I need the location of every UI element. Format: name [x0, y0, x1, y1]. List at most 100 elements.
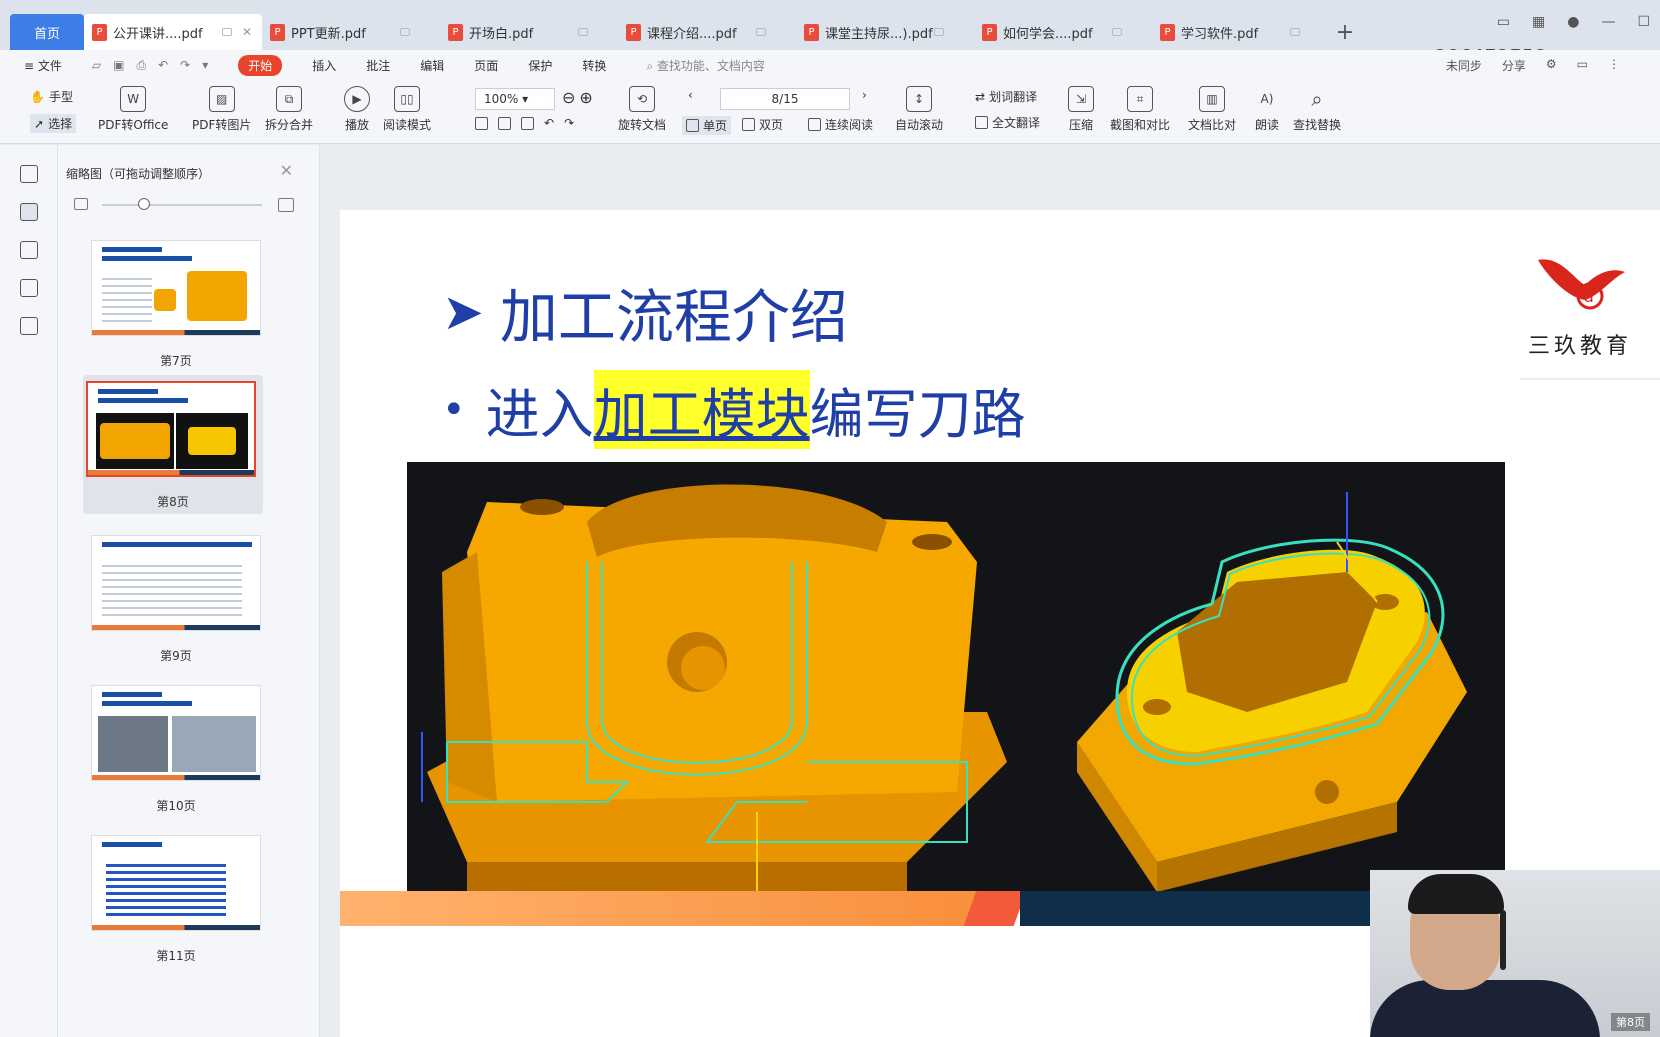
- cad-image-left: [407, 462, 1052, 908]
- layout-icon[interactable]: ▭: [1497, 14, 1510, 30]
- menu-file[interactable]: ≡ 文件: [24, 57, 62, 74]
- tab-home[interactable]: 首页: [10, 14, 84, 50]
- settings-icon[interactable]: ⚙: [1546, 57, 1557, 74]
- tab-document[interactable]: P 开场白.pdf: [440, 14, 618, 50]
- prev-page-button[interactable]: ‹: [688, 88, 693, 102]
- grid-icon[interactable]: ▦: [1532, 14, 1545, 30]
- thumbnail-page[interactable]: 第9页: [88, 535, 264, 664]
- double-page-button[interactable]: 双页: [742, 116, 783, 133]
- menu-annotate[interactable]: 批注: [366, 57, 390, 74]
- minimize-icon[interactable]: —: [1601, 14, 1615, 30]
- menu-insert[interactable]: 插入: [312, 57, 336, 74]
- thumbnail-label: 第10页: [156, 799, 196, 813]
- read-mode-label: 阅读模式: [383, 118, 432, 132]
- undo-icon[interactable]: ↶: [158, 58, 168, 73]
- menu-edit[interactable]: 编辑: [420, 57, 444, 74]
- read-aloud-button[interactable]: A) 朗读: [1254, 86, 1280, 133]
- slider-handle[interactable]: [138, 198, 150, 210]
- search-icon: ⌕: [646, 58, 657, 73]
- logo: a 三玖教育: [1520, 250, 1640, 360]
- open-icon[interactable]: ▱: [92, 58, 101, 73]
- thumbnail-page[interactable]: 第7页: [88, 240, 264, 369]
- thumbnail-size-slider[interactable]: [74, 195, 298, 215]
- auto-scroll-button[interactable]: ↕ 自动滚动: [895, 86, 943, 133]
- hand-tool-button[interactable]: ✋ 手型: [30, 88, 73, 105]
- play-button[interactable]: ▶ 播放: [344, 86, 370, 133]
- tab-document[interactable]: P 课程介绍....pdf: [618, 14, 796, 50]
- zoom-in-icon[interactable]: ⊕: [579, 88, 592, 107]
- auto-scroll-label: 自动滚动: [895, 118, 944, 132]
- comment-icon[interactable]: [19, 241, 38, 259]
- menu-page[interactable]: 页面: [474, 57, 498, 74]
- thumbnail-icon[interactable]: [19, 203, 38, 221]
- chevron-right-icon: ›: [862, 88, 867, 102]
- svg-text:a: a: [1584, 287, 1594, 306]
- rotate-right-icon[interactable]: ↷: [564, 116, 574, 130]
- rotate-doc-button[interactable]: ⟲ 旋转文档: [618, 86, 666, 133]
- divider: [1520, 378, 1660, 380]
- attachment-icon[interactable]: [19, 279, 38, 297]
- tab-document[interactable]: P 课堂主持尿...).pdf: [796, 14, 974, 50]
- read-mode-button[interactable]: ▯▯ 阅读模式: [383, 86, 431, 133]
- doc-compare-button[interactable]: ▥ 文档比对: [1188, 86, 1236, 133]
- compress-button[interactable]: ⇲ 压缩: [1068, 86, 1094, 133]
- pdf-to-office-label: PDF转Office: [98, 118, 169, 132]
- tab-document[interactable]: P 学习软件.pdf: [1152, 14, 1330, 50]
- actual-size-icon[interactable]: [475, 116, 488, 130]
- bookmark-icon[interactable]: [19, 165, 38, 183]
- save-icon[interactable]: ▣: [113, 58, 124, 73]
- split-merge-button[interactable]: ⧉ 拆分合并: [265, 86, 313, 133]
- share-button[interactable]: 分享: [1502, 57, 1526, 74]
- next-page-button[interactable]: ›: [862, 88, 867, 102]
- continuous-read-button[interactable]: 连续阅读: [808, 116, 873, 133]
- monitor-icon: [400, 28, 410, 36]
- fit-width-icon[interactable]: [521, 116, 534, 130]
- menu-protect[interactable]: 保护: [528, 57, 552, 74]
- select-tool-button[interactable]: ➚ 选择: [30, 114, 77, 133]
- message-icon[interactable]: ▭: [1577, 57, 1588, 74]
- redo-icon[interactable]: ↷: [180, 58, 190, 73]
- thumbnail-page-selected[interactable]: 第8页: [83, 375, 263, 514]
- menu-convert[interactable]: 转换: [582, 57, 606, 74]
- fit-page-icon[interactable]: [498, 116, 511, 130]
- sync-button[interactable]: 未同步: [1446, 57, 1482, 74]
- full-translate-button[interactable]: 全文翻译: [975, 114, 1040, 131]
- search-icon: ⌕: [1311, 87, 1323, 111]
- close-icon[interactable]: ✕: [242, 25, 252, 39]
- find-replace-button[interactable]: ⌕ 查找替换: [1293, 86, 1341, 133]
- maximize-icon[interactable]: ☐: [1637, 14, 1650, 30]
- print-icon[interactable]: ⎙: [136, 58, 146, 73]
- tab-document[interactable]: P 如何学会....pdf: [974, 14, 1152, 50]
- menu-start[interactable]: 开始: [238, 54, 283, 76]
- page-number-input[interactable]: 8/15: [720, 88, 850, 110]
- close-icon[interactable]: ✕: [280, 161, 293, 180]
- play-label: 播放: [344, 118, 369, 132]
- auto-scroll-icon: ↕: [906, 86, 932, 112]
- tab-document[interactable]: P PPT更新.pdf: [262, 14, 440, 50]
- thumbnail-label: 第11页: [156, 949, 196, 963]
- pdf-to-image-button[interactable]: ▨ PDF转图片: [192, 86, 251, 133]
- thumbnail-panel: 缩略图（可拖动调整顺序） ✕ 第7页 第8页 第9页 第10页 第11页: [58, 145, 320, 1037]
- logo-text: 三玖教育: [1527, 334, 1632, 359]
- zoom-out-icon[interactable]: ⊖: [562, 88, 575, 107]
- thumbnail-page[interactable]: 第11页: [88, 835, 264, 964]
- signature-icon[interactable]: [19, 317, 38, 335]
- read-aloud-label: 朗读: [1254, 118, 1279, 132]
- dropdown-icon[interactable]: ▾: [202, 58, 208, 73]
- avatar[interactable]: ●: [1567, 14, 1579, 30]
- word-translate-button[interactable]: ⇄ 划词翻译: [975, 88, 1037, 105]
- screenshot-compare-button[interactable]: ⌗ 截图和对比: [1110, 86, 1170, 133]
- split-merge-icon: ⧉: [276, 86, 302, 112]
- rotate-left-icon[interactable]: ↶: [544, 116, 554, 130]
- more-icon[interactable]: ⋮: [1608, 57, 1620, 74]
- pdf-to-office-button[interactable]: W PDF转Office: [98, 86, 168, 133]
- single-page-button[interactable]: 单页: [682, 116, 732, 135]
- zoom-select[interactable]: 100% ▾: [475, 88, 555, 110]
- tab-document[interactable]: P 公开课讲....pdf ✕: [84, 14, 262, 50]
- search-input[interactable]: ⌕ 查找功能、文档内容: [646, 57, 765, 74]
- new-tab-button[interactable]: +: [1330, 14, 1360, 50]
- find-replace-label: 查找替换: [1293, 118, 1342, 132]
- pdf-icon: P: [270, 23, 285, 41]
- thumbnail-page[interactable]: 第10页: [88, 685, 264, 814]
- tab-label: 公开课讲....pdf: [113, 26, 203, 42]
